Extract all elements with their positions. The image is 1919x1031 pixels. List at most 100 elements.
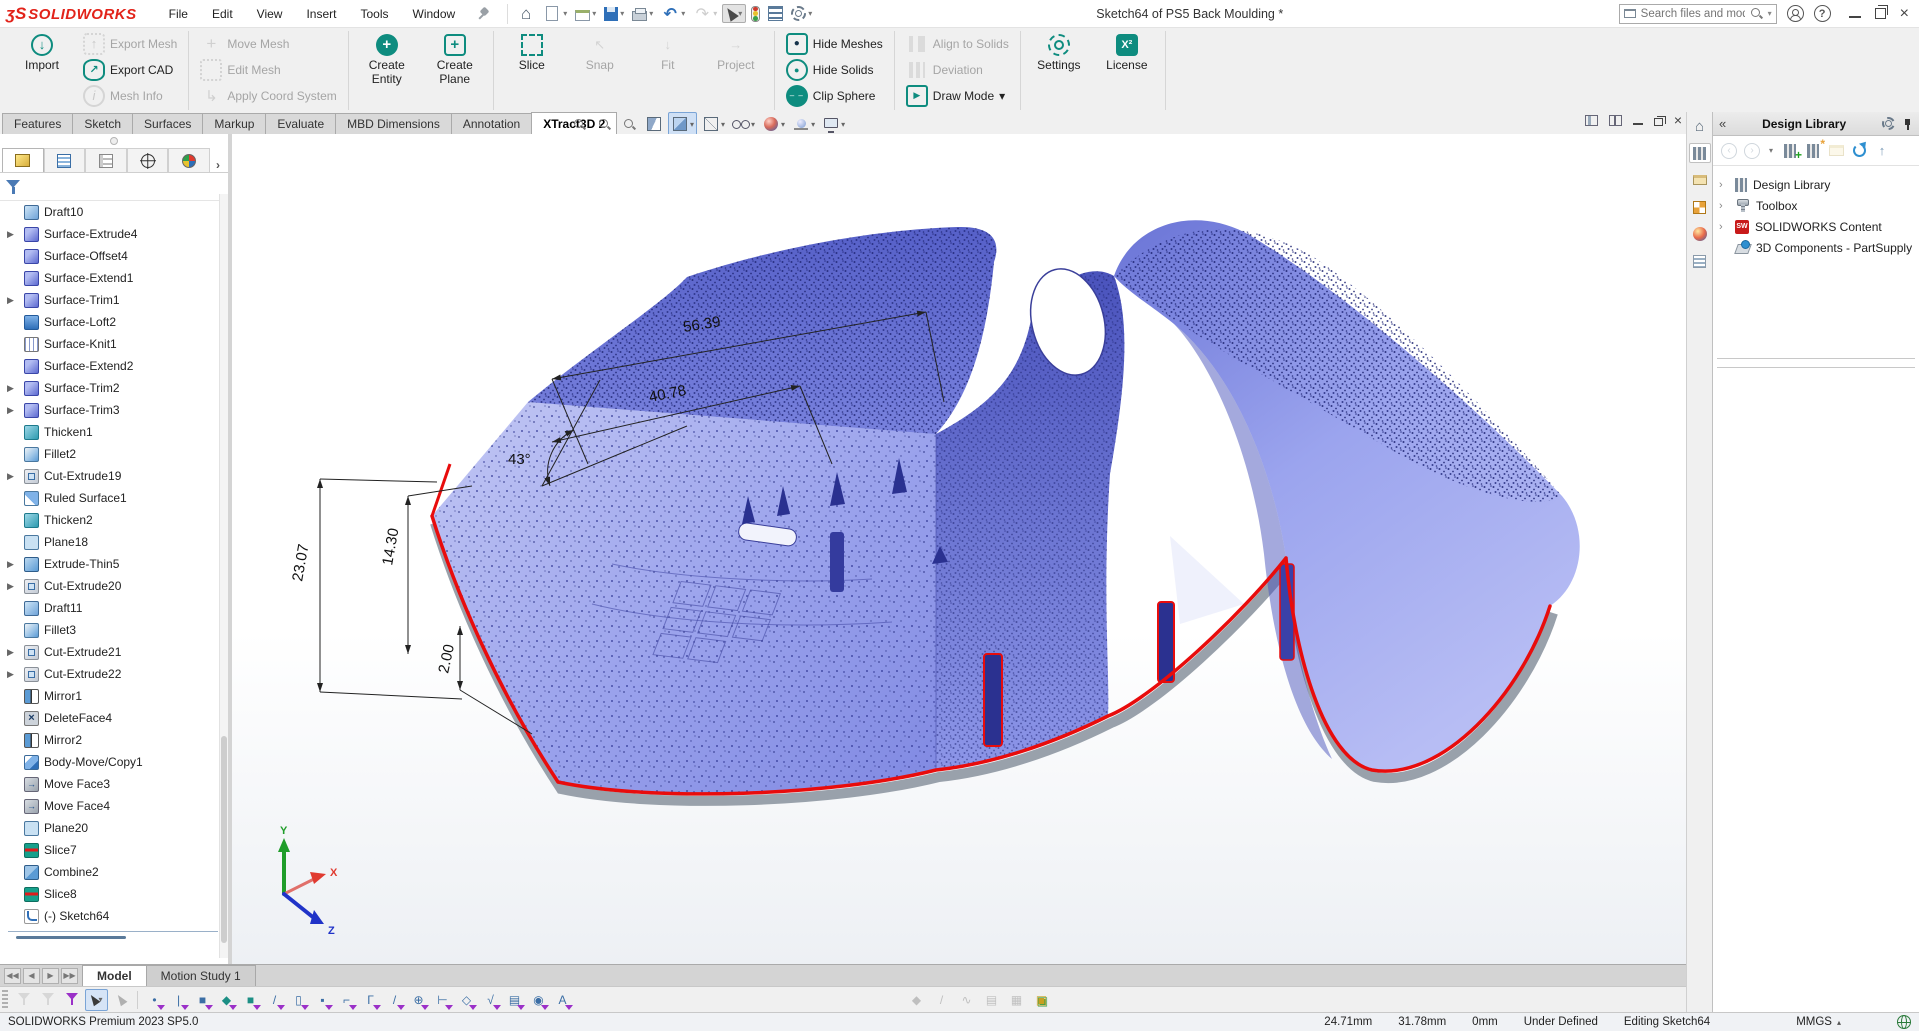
filter-midpoints-icon[interactable]: Γ (359, 989, 382, 1011)
filter-axes-icon[interactable]: / (263, 989, 286, 1011)
filter-faces-icon[interactable]: ■ (191, 989, 214, 1011)
menu-window[interactable]: Window (403, 3, 466, 25)
tree-item[interactable]: ▶Cut-Extrude20 (0, 575, 228, 597)
tree-item[interactable]: ▶Extrude-Thin5 (0, 553, 228, 575)
dropdown-arrow-icon[interactable]: ▾ (592, 9, 596, 18)
menu-tools[interactable]: Tools (350, 3, 398, 25)
up-level-icon[interactable] (1874, 143, 1890, 159)
dropdown-arrow-icon[interactable]: ▾ (751, 120, 755, 129)
close-window-icon[interactable]: × (1900, 6, 1909, 22)
library-item-solidworks-content[interactable]: ›SWSOLIDWORKS Content (1719, 216, 1919, 237)
tree-item[interactable]: Plane18 (0, 531, 228, 553)
export-cad-button[interactable]: Export CAD (79, 57, 181, 82)
tree-item[interactable]: Draft11 (0, 597, 228, 619)
tree-item[interactable]: DeleteFace4 (0, 707, 228, 729)
clip-sphere-button[interactable]: Clip Sphere (782, 83, 887, 108)
create-entity-button[interactable]: Create Entity (356, 31, 418, 87)
property-manager-tab[interactable] (44, 148, 86, 172)
resources-home-icon[interactable] (1689, 116, 1711, 136)
tab-mbd-dimensions[interactable]: MBD Dimensions (335, 113, 452, 134)
print-icon[interactable]: ▾ (629, 5, 656, 23)
tree-item[interactable]: Plane20 (0, 817, 228, 839)
restore-window-icon[interactable] (1875, 8, 1886, 19)
filter-funnel-icon[interactable] (6, 179, 21, 194)
pane-split-icon[interactable] (1609, 115, 1622, 126)
filter-centerlines-icon[interactable]: / (383, 989, 406, 1011)
tree-item[interactable]: ▶Cut-Extrude21 (0, 641, 228, 663)
expand-arrow-icon[interactable]: ▶ (7, 647, 17, 658)
settings-gear-icon[interactable]: ▾ (788, 4, 815, 23)
draw-mode-button[interactable]: Draw Mode▾ (902, 83, 1013, 108)
toolbar-drag-handle[interactable] (2, 990, 8, 1010)
tree-item[interactable]: Body-Move/Copy1 (0, 751, 228, 773)
dimension-14-30[interactable]: 14.30 (379, 527, 402, 567)
tree-item[interactable]: Surface-Loft2 (0, 311, 228, 333)
tree-scrollbar[interactable] (219, 194, 228, 958)
rebuild-icon[interactable] (748, 4, 763, 24)
tree-item[interactable]: (-) Sketch64 (0, 905, 228, 927)
previous-view-icon[interactable] (618, 113, 640, 135)
tree-item[interactable]: ▶Surface-Extrude4 (0, 223, 228, 245)
search-icon[interactable] (1750, 7, 1763, 20)
add-to-library-icon[interactable]: + (1782, 143, 1798, 159)
zoom-area-icon[interactable] (593, 113, 615, 135)
display-style-icon[interactable]: ▾ (700, 113, 727, 135)
tree-item[interactable]: Surface-Extend1 (0, 267, 228, 289)
account-icon[interactable] (1787, 5, 1804, 22)
select-icon[interactable]: ▾ (722, 4, 746, 23)
tree-item[interactable]: Surface-Knit1 (0, 333, 228, 355)
tree-item[interactable]: ▶Cut-Extrude19 (0, 465, 228, 487)
new-document-icon[interactable]: ▾ (540, 4, 570, 23)
pin-pane-icon[interactable] (1901, 118, 1913, 130)
expand-arrow-icon[interactable]: ▶ (7, 669, 17, 680)
tree-item[interactable]: Move Face4 (0, 795, 228, 817)
history-dropdown-icon[interactable]: ▾ (1767, 143, 1775, 159)
dimension-2-00[interactable]: 2.00 (435, 643, 458, 675)
filter-reference-points-icon[interactable]: ⊢ (431, 989, 454, 1011)
tab-surfaces[interactable]: Surfaces (132, 113, 203, 134)
filter-notes-icon[interactable]: ▤ (503, 989, 526, 1011)
refresh-icon[interactable] (1851, 143, 1867, 159)
filter-annotations-icon[interactable]: A (551, 989, 574, 1011)
configuration-manager-tab[interactable] (85, 148, 127, 172)
tab-sketch[interactable]: Sketch (72, 113, 133, 134)
menu-view[interactable]: View (247, 3, 293, 25)
zoom-fit-icon[interactable] (568, 113, 590, 135)
tab-features[interactable]: Features (2, 113, 73, 134)
dropdown-arrow-icon[interactable]: ▾ (721, 120, 725, 129)
select-cursor-icon[interactable]: ▾ (85, 989, 108, 1011)
library-item-design-library[interactable]: ›Design Library (1719, 174, 1919, 195)
menu-edit[interactable]: Edit (202, 3, 243, 25)
tree-item[interactable]: Move Face3 (0, 773, 228, 795)
filter-sketch-segments-icon[interactable]: ⌐ (335, 989, 358, 1011)
instant2d-icon[interactable]: ▣ (1030, 989, 1053, 1011)
restore-document-icon[interactable] (1654, 118, 1663, 126)
filter-hatch-icon[interactable]: ◇ (455, 989, 478, 1011)
search-scope-icon[interactable] (1624, 9, 1636, 18)
filter-solid-bodies-icon[interactable]: ■ (239, 989, 262, 1011)
filter-sketch-points-icon[interactable]: ▪ (311, 989, 334, 1011)
dimxpert-manager-tab[interactable] (127, 148, 169, 172)
tree-item[interactable]: Surface-Offset4 (0, 245, 228, 267)
minimize-window-icon[interactable] (1849, 6, 1861, 18)
filter-magnifier-icon[interactable]: ◉ (527, 989, 550, 1011)
dimension-43-deg[interactable]: 43° (508, 451, 531, 468)
dropdown-arrow-icon[interactable]: ▾ (690, 120, 694, 129)
tree-item[interactable]: Thicken1 (0, 421, 228, 443)
dropdown-arrow-icon[interactable]: ▾ (999, 89, 1005, 103)
tab-markup[interactable]: Markup (202, 113, 266, 134)
hide-solids-button[interactable]: Hide Solids (782, 57, 887, 82)
rollback-bar[interactable] (8, 931, 218, 932)
dropdown-arrow-icon[interactable]: ▾ (563, 9, 567, 18)
library-settings-icon[interactable] (1882, 117, 1895, 130)
dropdown-arrow-icon[interactable]: ▾ (620, 9, 624, 18)
add-file-location-icon[interactable]: * (1805, 143, 1821, 159)
library-item-3d-components-partsupply[interactable]: 3D Components - PartSupply (1719, 237, 1919, 258)
hide-meshes-button[interactable]: Hide Meshes (782, 31, 887, 56)
tree-item[interactable]: Mirror1 (0, 685, 228, 707)
slice-button[interactable]: Slice (501, 31, 563, 73)
design-library-tab-icon[interactable] (1689, 143, 1711, 163)
tree-item[interactable]: Draft10 (0, 201, 228, 223)
expand-arrow-icon[interactable]: ▶ (7, 295, 17, 306)
custom-properties-icon[interactable] (1689, 197, 1711, 217)
